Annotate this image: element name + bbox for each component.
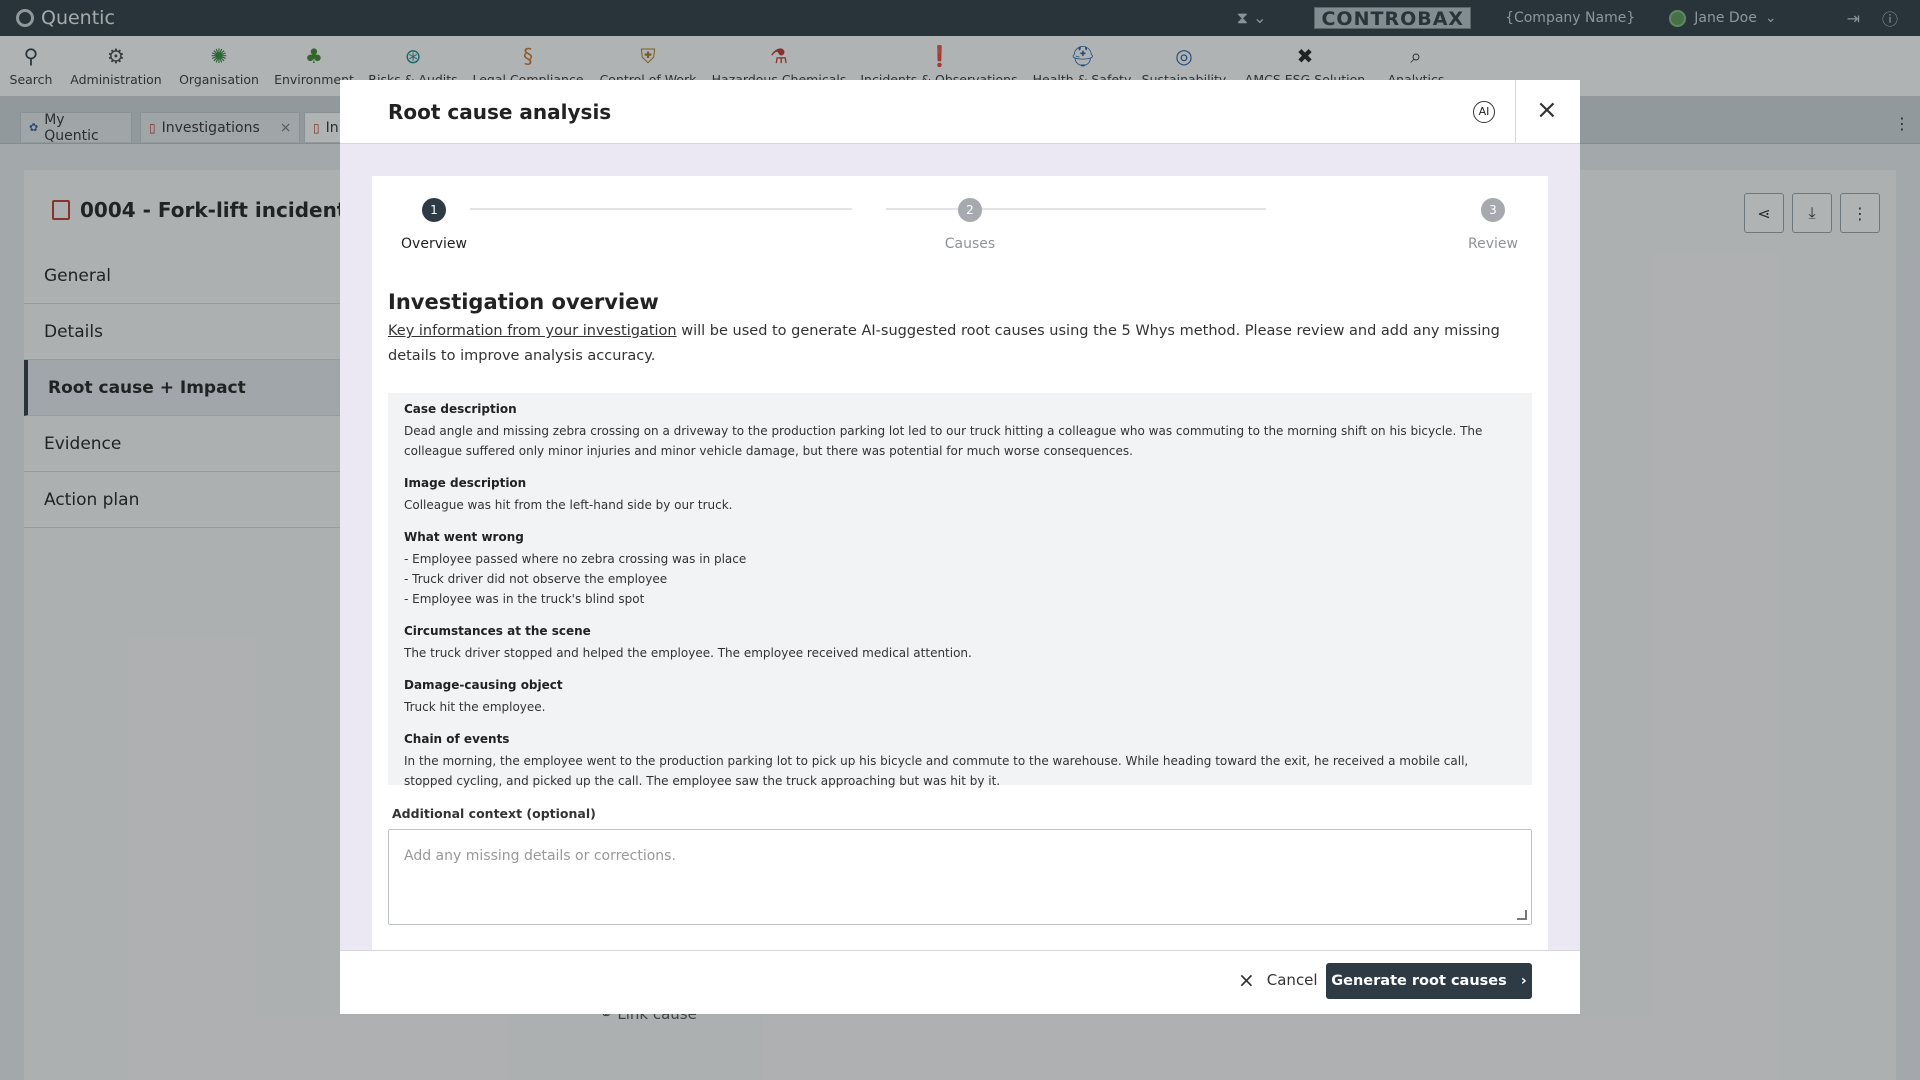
modal-title: Root cause analysis	[388, 100, 612, 124]
overview-heading: Investigation overview	[388, 290, 659, 314]
key-information-link[interactable]: Key information from your investigation	[388, 323, 677, 339]
what-went-wrong-section: What went wrong - Employee passed where …	[404, 529, 1516, 609]
damage-object-section: Damage-causing object Truck hit the empl…	[404, 678, 563, 714]
overview-intro: Key information from your investigation …	[388, 319, 1538, 369]
circumstances-section: Circumstances at the scene The truck dri…	[404, 624, 972, 660]
list-item: - Employee was in the truck's blind spot	[404, 592, 645, 606]
case-description-section: Case description Dead angle and missing …	[404, 402, 1483, 458]
step-overview[interactable]: 1 Overview	[384, 198, 484, 252]
list-item: - Truck driver did not observe the emplo…	[404, 572, 668, 586]
cancel-button[interactable]: × Cancel	[1238, 968, 1318, 992]
header-divider	[1515, 80, 1516, 144]
stepper: 1 Overview 2 Causes 3 Review	[372, 176, 1548, 276]
additional-context-label: Additional context (optional)	[392, 806, 596, 821]
step-review[interactable]: 3 Review	[1443, 198, 1543, 252]
additional-context-placeholder: Add any missing details or corrections.	[404, 848, 676, 864]
additional-context-input[interactable]: Add any missing details or corrections.	[388, 829, 1532, 925]
list-item: - Employee passed where no zebra crossin…	[404, 552, 747, 566]
case-summary: Case description Dead angle and missing …	[388, 393, 1532, 788]
image-description-section: Image description Colleague was hit from…	[404, 476, 733, 512]
close-icon[interactable]: ×	[1536, 95, 1558, 125]
modal-body: 1 Overview 2 Causes 3 Review Investigati…	[372, 176, 1548, 1014]
step-causes[interactable]: 2 Causes	[920, 198, 1020, 252]
chain-of-events-section: Chain of events In the morning, the empl…	[404, 732, 1469, 788]
generate-root-causes-button[interactable]: Generate root causes ›	[1326, 963, 1532, 999]
modal-header: Root cause analysis AI ×	[340, 80, 1580, 144]
close-icon: ×	[1238, 968, 1255, 992]
step-connector	[470, 208, 852, 210]
resize-handle-icon[interactable]	[1517, 910, 1527, 920]
chevron-right-icon: ›	[1520, 973, 1527, 989]
root-cause-modal: Root cause analysis AI × 1 Overview 2 Ca…	[340, 80, 1580, 1014]
modal-footer: × Cancel Generate root causes ›	[340, 950, 1580, 1014]
ai-icon: AI	[1473, 101, 1495, 123]
